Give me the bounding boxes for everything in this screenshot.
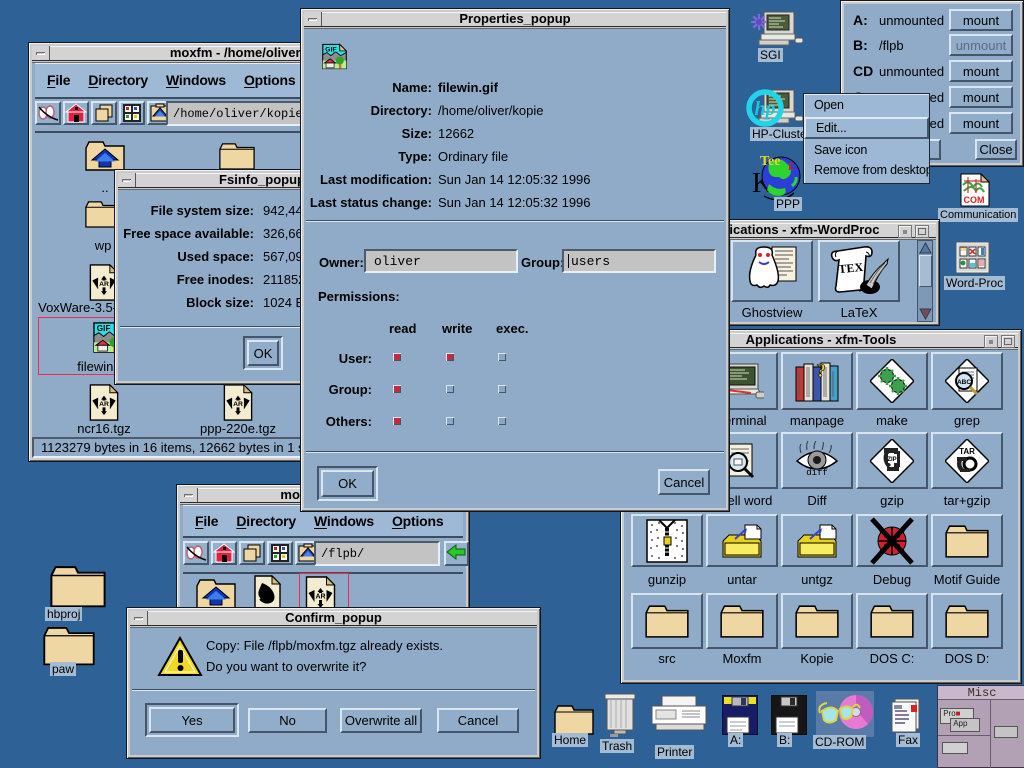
svg-text:hp: hp bbox=[754, 98, 775, 120]
svg-text:E: E bbox=[788, 162, 795, 173]
svg-text:COM: COM bbox=[964, 195, 985, 205]
svg-text:TEX: TEX bbox=[838, 260, 864, 277]
svg-text:Tee: Tee bbox=[760, 154, 780, 169]
